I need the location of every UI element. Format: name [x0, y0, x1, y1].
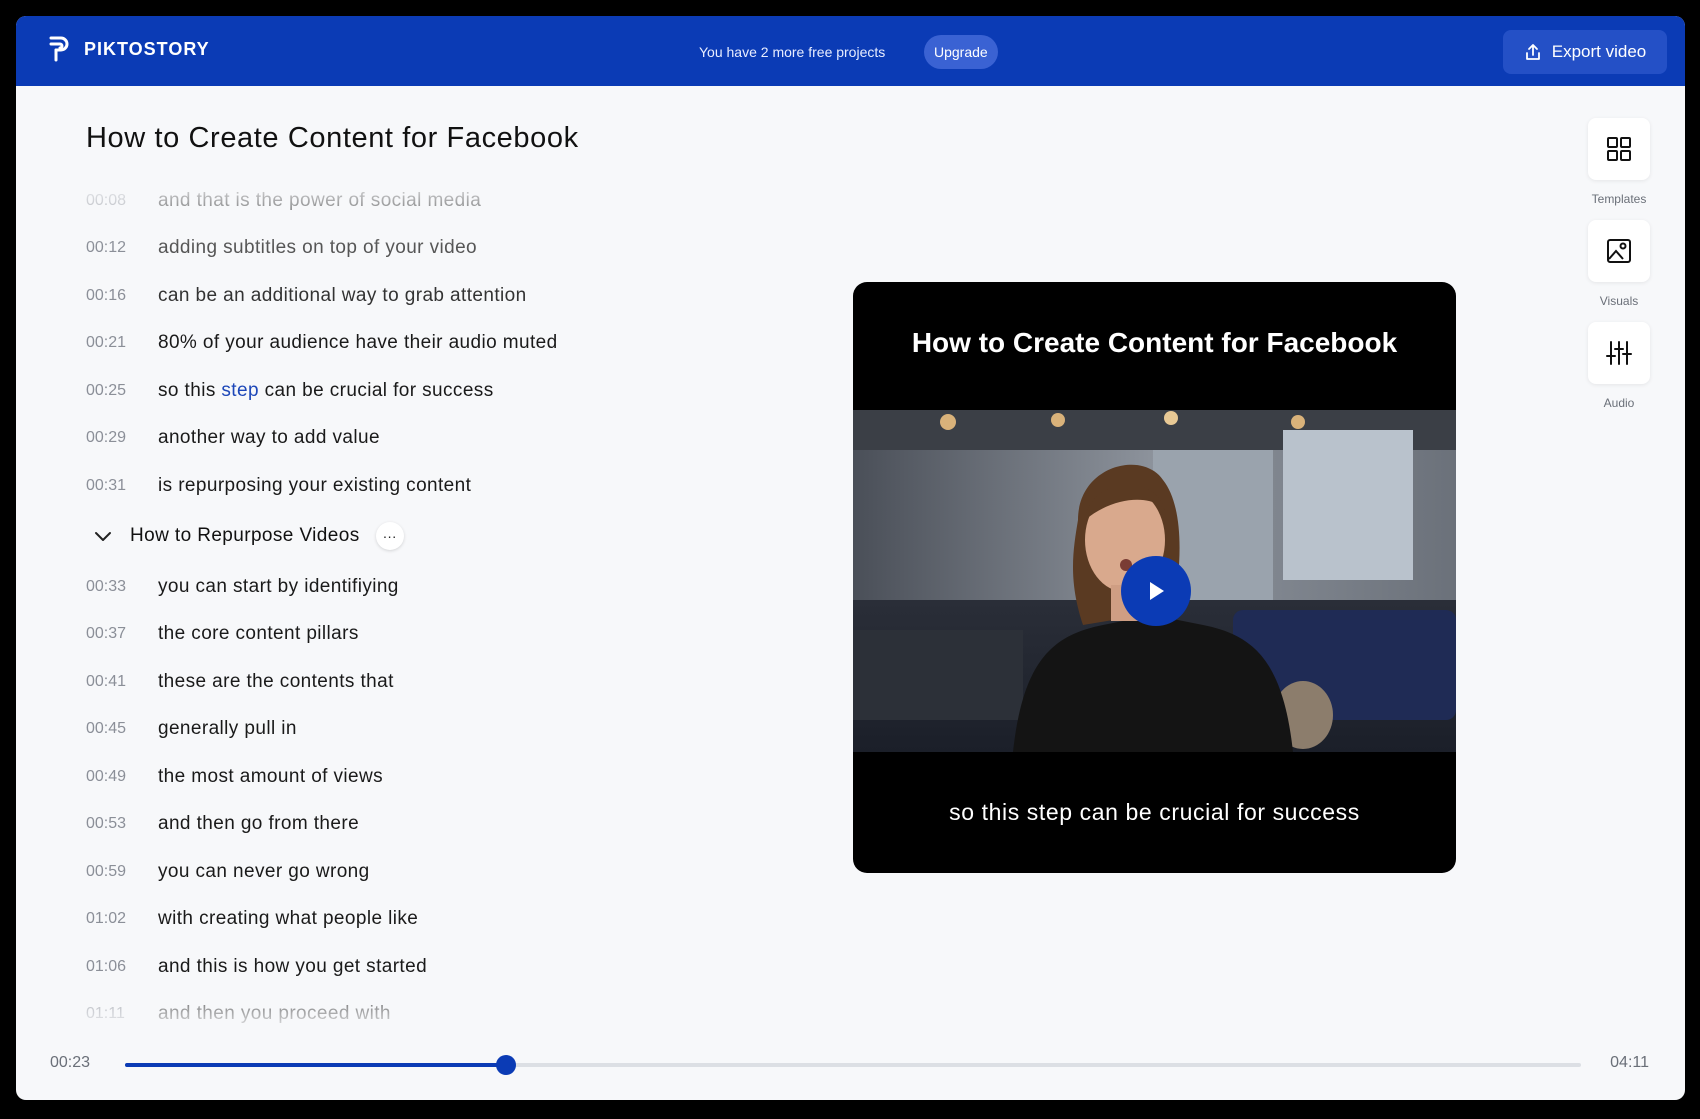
line-timestamp: 00:37 — [86, 625, 127, 642]
line-text: and this is how you get started — [158, 956, 428, 977]
templates-button[interactable] — [1588, 118, 1650, 180]
line-timestamp: 00:31 — [86, 477, 127, 494]
upgrade-button[interactable]: Upgrade — [924, 35, 998, 69]
audio-button[interactable] — [1588, 322, 1650, 384]
play-icon — [1150, 582, 1164, 600]
video-caption: so this step can be crucial for success — [949, 799, 1360, 825]
line-timestamp: 01:02 — [86, 910, 127, 927]
highlighted-word[interactable]: step — [221, 380, 259, 401]
more-options-button[interactable]: ··· — [375, 522, 404, 550]
transcript-line[interactable]: 00:49 the most amount of views — [86, 762, 383, 792]
line-text: and then go from there — [158, 813, 360, 834]
transcript-line[interactable]: 01:02 with creating what people like — [86, 904, 418, 934]
transcript-line[interactable]: 00:41 these are the contents that — [86, 667, 394, 697]
audio-label: Audio — [1603, 396, 1635, 410]
transcript-line[interactable]: 00:45 generally pull in — [86, 714, 297, 744]
line-text: and that is the power of social media — [158, 190, 482, 211]
line-timestamp: 00:49 — [86, 768, 127, 785]
line-text-before: so this — [158, 380, 222, 401]
line-text: and then you proceed with — [158, 1003, 391, 1024]
section-title[interactable]: How to Repurpose Videos — [130, 525, 360, 547]
line-timestamp: 00:41 — [86, 673, 127, 690]
transcript-line[interactable]: 00:29 another way to add value — [86, 423, 380, 453]
line-text: can be an additional way to grab attenti… — [158, 285, 527, 306]
piktostory-logo-icon — [49, 36, 69, 62]
line-timestamp: 00:16 — [86, 287, 127, 304]
total-duration: 04:11 — [1610, 1054, 1649, 1071]
transcript-line[interactable]: 00:21 80% of your audience have their au… — [86, 328, 558, 358]
transcript-line-active[interactable]: 00:25 so this step can be crucial for su… — [86, 376, 494, 406]
line-text: you can never go wrong — [158, 861, 370, 882]
transcript-line[interactable]: 00:16 can be an additional way to grab a… — [86, 281, 527, 311]
line-timestamp: 00:12 — [86, 239, 127, 256]
templates-tool[interactable]: Templates — [1588, 118, 1650, 206]
transcript-line[interactable]: 00:59 you can never go wrong — [86, 857, 370, 887]
line-timestamp: 00:21 — [86, 334, 127, 351]
transcript-line[interactable]: 00:33 you can start by identifiying — [86, 572, 399, 602]
line-text: so this step can be crucial for success — [158, 380, 494, 402]
transcript-line[interactable]: 00:12 adding subtitles on top of your vi… — [86, 233, 477, 263]
visuals-tool[interactable]: Visuals — [1588, 220, 1650, 308]
line-text: is repurposing your existing content — [158, 475, 472, 496]
line-text: the core content pillars — [158, 623, 359, 644]
grid-icon — [1607, 137, 1631, 161]
transcript-line[interactable]: 00:08 and that is the power of social me… — [86, 186, 481, 216]
line-timestamp: 00:08 — [86, 192, 127, 209]
top-bar: PIKTOSTORY You have 2 more free projects… — [16, 16, 1685, 86]
current-time: 00:23 — [50, 1054, 91, 1071]
free-projects-info: You have 2 more free projects — [699, 44, 886, 60]
line-timestamp: 00:25 — [86, 382, 127, 399]
app-window: PIKTOSTORY You have 2 more free projects… — [16, 16, 1685, 1100]
video-title: How to Create Content for Facebook — [911, 327, 1398, 358]
line-text: you can start by identifiying — [158, 576, 399, 597]
templates-label: Templates — [1591, 192, 1647, 206]
sliders-icon — [1606, 341, 1632, 365]
image-icon — [1607, 239, 1631, 263]
timeline-progress — [125, 1063, 507, 1067]
line-text-after: can be crucial for success — [258, 380, 494, 401]
line-timestamp: 00:33 — [86, 578, 127, 595]
line-timestamp: 00:53 — [86, 815, 127, 832]
chevron-down-icon[interactable] — [88, 521, 118, 551]
visuals-label: Visuals — [1599, 294, 1639, 308]
section-header: How to Repurpose Videos ··· — [88, 519, 404, 553]
project-title[interactable]: How to Create Content for Facebook — [86, 122, 579, 155]
line-timestamp: 01:11 — [86, 1005, 125, 1022]
transcript-line[interactable]: 00:53 and then go from there — [86, 809, 359, 839]
line-timestamp: 01:06 — [86, 958, 127, 975]
transcript-line[interactable]: 01:06 and this is how you get started — [86, 952, 427, 982]
play-button[interactable] — [1121, 556, 1191, 626]
video-preview[interactable]: How to Create Content for Facebook so th… — [853, 282, 1456, 873]
timeline-scrubber[interactable] — [125, 1055, 1581, 1075]
audio-tool[interactable]: Audio — [1588, 322, 1650, 410]
transcript-line[interactable]: 00:31 is repurposing your existing conte… — [86, 471, 471, 501]
line-text: the most amount of views — [158, 766, 384, 787]
line-text: generally pull in — [158, 718, 297, 739]
line-text: these are the contents that — [158, 671, 394, 692]
line-text: with creating what people like — [158, 908, 419, 929]
export-icon — [1525, 44, 1540, 60]
transcript-line[interactable]: 01:11 and then you proceed with — [86, 999, 391, 1029]
line-text: adding subtitles on top of your video — [158, 237, 478, 258]
line-timestamp: 00:45 — [86, 720, 127, 737]
brand-logo[interactable]: PIKTOSTORY — [48, 35, 210, 63]
brand-name: PIKTOSTORY — [84, 38, 210, 59]
transcript-line[interactable]: 00:37 the core content pillars — [86, 619, 359, 649]
line-timestamp: 00:29 — [86, 429, 127, 446]
line-text: another way to add value — [158, 427, 380, 448]
export-video-label: Export video — [1551, 42, 1647, 61]
visuals-button[interactable] — [1588, 220, 1650, 282]
line-timestamp: 00:59 — [86, 863, 127, 880]
timeline-handle[interactable] — [496, 1055, 517, 1075]
line-text: 80% of your audience have their audio mu… — [158, 332, 558, 353]
export-video-button[interactable]: Export video — [1503, 30, 1667, 74]
